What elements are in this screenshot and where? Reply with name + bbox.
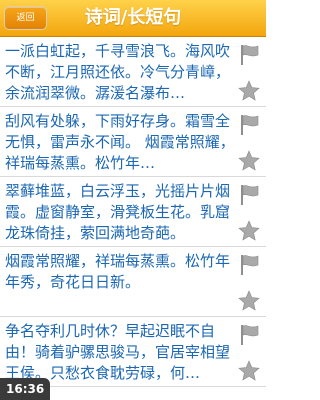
top-bar: 返回 诗词/长短句 xyxy=(0,0,266,37)
flag-icon[interactable] xyxy=(238,254,260,276)
back-button[interactable]: 返回 xyxy=(4,6,47,30)
star-icon[interactable] xyxy=(238,290,260,312)
poem-snippet: 争名夺利几时休？早起迟眠不自由！骑着驴骡思骏马，官居宰相望王侯。只愁衣食耽劳碌，… xyxy=(5,322,231,382)
poem-snippet: 烟霞常照耀，祥瑞每蒸熏。松竹年年秀，奇花日日新。 xyxy=(5,252,231,291)
flag-icon[interactable] xyxy=(238,114,260,136)
star-icon[interactable] xyxy=(238,150,260,172)
poem-snippet: 刮风有处躲，下雨好存身。霜雪全无惧，雷声永不闻。 烟霞常照耀，祥瑞每蒸熏。松竹年… xyxy=(5,112,235,172)
flag-icon[interactable] xyxy=(238,324,260,346)
status-time: 16:36 xyxy=(0,378,51,400)
list-item[interactable]: 争名夺利几时休？早起迟眠不自由！骑着驴骡思骏马，官居宰相望王侯。只愁衣食耽劳碌，… xyxy=(0,317,266,387)
list-item[interactable]: 一派白虹起，千寻雪浪飞。海风吹不断，江月照还依。冷气分青嶂，余流润翠微。潺湲名瀑… xyxy=(0,37,266,107)
list-item[interactable]: 烟霞常照耀，祥瑞每蒸熏。松竹年年秀，奇花日日新。 xyxy=(0,247,266,317)
flag-icon[interactable] xyxy=(238,184,260,206)
flag-icon[interactable] xyxy=(238,44,260,66)
star-icon[interactable] xyxy=(238,220,260,242)
poem-list: 一派白虹起，千寻雪浪飞。海风吹不断，江月照还依。冷气分青嶂，余流润翠微。潺湲名瀑… xyxy=(0,37,266,387)
poem-snippet: 翠藓堆蓝，白云浮玉，光摇片片烟霞。虚窗静室，滑凳板生花。乳窟龙珠倚挂，萦回满地奇… xyxy=(5,182,231,242)
star-icon[interactable] xyxy=(238,360,260,382)
list-item[interactable]: 刮风有处躲，下雨好存身。霜雪全无惧，雷声永不闻。 烟霞常照耀，祥瑞每蒸熏。松竹年… xyxy=(0,107,266,177)
list-item[interactable]: 翠藓堆蓝，白云浮玉，光摇片片烟霞。虚窗静室，滑凳板生花。乳窟龙珠倚挂，萦回满地奇… xyxy=(0,177,266,247)
star-icon[interactable] xyxy=(238,80,260,102)
poem-snippet: 一派白虹起，千寻雪浪飞。海风吹不断，江月照还依。冷气分青嶂，余流润翠微。潺湲名瀑… xyxy=(5,42,231,102)
